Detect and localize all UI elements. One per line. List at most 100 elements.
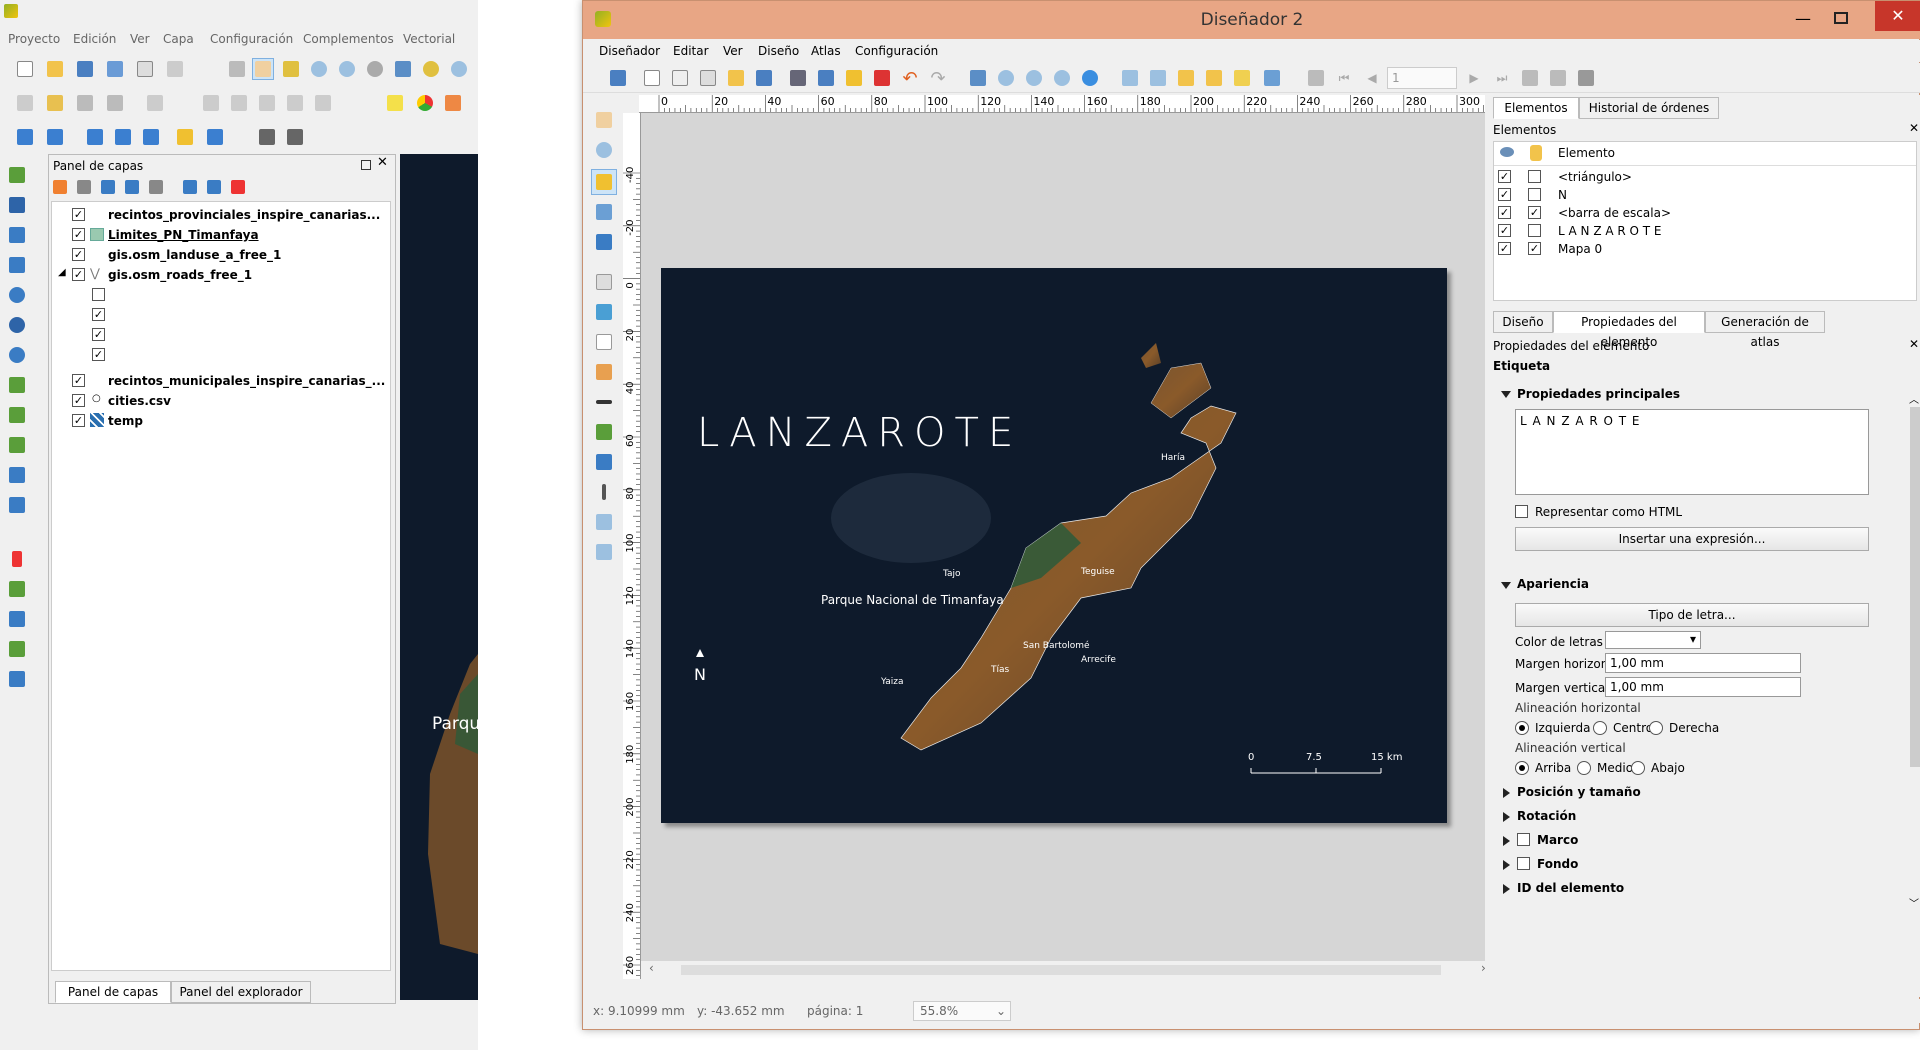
zoom-tool-icon[interactable] — [593, 139, 615, 161]
load-template-icon[interactable] — [725, 67, 747, 89]
add-shape-icon[interactable] — [593, 421, 615, 443]
add-label-icon[interactable] — [593, 331, 615, 353]
align-center-radio[interactable] — [1593, 721, 1607, 735]
expand-item-id-icon[interactable] — [1503, 884, 1510, 894]
item-row[interactable]: ✓ N — [1494, 186, 1916, 204]
cut-icon[interactable] — [256, 92, 278, 114]
item-visible-checkbox[interactable]: ✓ — [1498, 224, 1511, 237]
field-calculator-icon[interactable] — [204, 126, 226, 148]
plugin-a-icon[interactable] — [6, 608, 28, 630]
save-project-icon[interactable] — [74, 58, 96, 80]
add-html-icon[interactable] — [593, 541, 615, 563]
measure-icon[interactable] — [174, 126, 196, 148]
new-shapefile-icon[interactable] — [6, 434, 28, 456]
frame-header[interactable]: Marco — [1537, 833, 1578, 847]
remove-layer-icon[interactable] — [231, 180, 245, 194]
tab-atlas[interactable]: Generación de atlas — [1705, 311, 1825, 349]
add-spatialite-icon[interactable] — [6, 254, 28, 276]
item-lock-checkbox[interactable]: ✓ — [1528, 206, 1541, 219]
zoom-combo[interactable]: 55.8% ⌄ — [913, 1001, 1011, 1021]
align-right-radio[interactable] — [1649, 721, 1663, 735]
map-title-label[interactable]: LANZAROTE — [697, 410, 1022, 456]
appearance-header[interactable]: Apariencia — [1517, 577, 1589, 591]
save-as-icon[interactable] — [104, 58, 126, 80]
layer-row[interactable]: ✓ ◢ ⋁ gis.osm_roads_free_1 — [52, 266, 388, 286]
new-composer-icon[interactable] — [134, 58, 156, 80]
item-row[interactable]: ✓ L A N Z A R O T E — [1494, 222, 1916, 240]
move-content-icon[interactable] — [593, 201, 615, 223]
layer-row[interactable]: ✓ — [52, 346, 388, 366]
deselect-icon[interactable] — [140, 126, 162, 148]
pan-composer-icon[interactable] — [593, 109, 615, 131]
delete-selected-icon[interactable] — [228, 92, 250, 114]
identify-red-icon[interactable] — [14, 126, 36, 148]
filter-legend-icon[interactable] — [125, 180, 139, 194]
tab-propiedades[interactable]: Propiedades del elemento — [1553, 311, 1705, 349]
menu-diseno[interactable]: Diseño — [758, 42, 799, 60]
frame-checkbox[interactable] — [1517, 833, 1530, 846]
layer-row[interactable]: ✓ — [52, 326, 388, 346]
copy-icon[interactable] — [284, 92, 306, 114]
items-panel-close-icon[interactable]: ✕ — [1909, 121, 1919, 135]
touch-icon[interactable] — [226, 58, 248, 80]
atlas-settings-icon[interactable] — [1575, 67, 1597, 89]
tab-layers-panel[interactable]: Panel de capas — [55, 981, 171, 1003]
collapse-appearance-icon[interactable] — [1501, 582, 1511, 589]
layer-row[interactable]: ✓ recintos_provinciales_inspire_canarias.… — [52, 206, 388, 226]
layer-row[interactable]: ✓ temp — [52, 412, 388, 432]
gps-icon[interactable] — [6, 578, 28, 600]
align-top-radio[interactable] — [1515, 761, 1529, 775]
raise-items-icon[interactable] — [1231, 67, 1253, 89]
atlas-first-icon[interactable]: ⏮ — [1333, 67, 1355, 89]
layer-visibility-checkbox[interactable]: ✓ — [92, 328, 105, 341]
add-group-icon[interactable] — [77, 180, 91, 194]
styling-icon[interactable] — [53, 180, 67, 194]
add-scalebar-icon[interactable] — [593, 391, 615, 413]
props-panel-close-icon[interactable]: ✕ — [1909, 337, 1919, 351]
font-color-picker[interactable]: ▾ — [1605, 631, 1701, 649]
background-header[interactable]: Fondo — [1537, 857, 1578, 871]
layer-row[interactable]: ✓ — [52, 306, 388, 326]
zoom-layer-icon[interactable] — [448, 58, 470, 80]
font-button[interactable]: Tipo de letra... — [1515, 603, 1869, 627]
align-left-radio[interactable] — [1515, 721, 1529, 735]
color-dropdown-icon[interactable]: ▾ — [1690, 632, 1696, 646]
panel-close-icon[interactable]: ✕ — [377, 155, 388, 170]
ungroup-items-icon[interactable] — [1147, 67, 1169, 89]
atlas-export-icon[interactable] — [1547, 67, 1569, 89]
paste-icon[interactable] — [312, 92, 334, 114]
refresh-icon[interactable] — [1079, 67, 1101, 89]
export-image-icon[interactable] — [815, 67, 837, 89]
rotation-header[interactable]: Rotación — [1517, 809, 1576, 823]
label-pie-icon[interactable] — [414, 92, 436, 114]
save-template-icon[interactable] — [607, 67, 629, 89]
background-checkbox[interactable] — [1517, 857, 1530, 870]
insert-expression-button[interactable]: Insertar una expresión... — [1515, 527, 1869, 551]
margin-h-field[interactable]: 1,00 mm — [1605, 653, 1801, 673]
zoom-out-icon[interactable] — [336, 58, 358, 80]
export-pdf-icon[interactable] — [871, 67, 893, 89]
add-wfs-icon[interactable] — [6, 344, 28, 366]
duplicate-composer-icon[interactable] — [669, 67, 691, 89]
layer-visibility-checkbox[interactable]: ✓ — [72, 414, 85, 427]
unlock-items-icon[interactable] — [1203, 67, 1225, 89]
menu-ver[interactable]: Ver — [130, 30, 150, 48]
layer-visibility-checkbox[interactable]: ✓ — [72, 208, 85, 221]
item-lock-checkbox[interactable] — [1528, 188, 1541, 201]
tab-historial[interactable]: Historial de órdenes — [1579, 97, 1719, 119]
current-edits-icon[interactable] — [14, 92, 36, 114]
align-items-icon[interactable] — [1261, 67, 1283, 89]
item-row[interactable]: ✓ ✓ <barra de escala> — [1494, 204, 1916, 222]
new-temp-layer-icon[interactable] — [6, 494, 28, 516]
align-bottom-radio[interactable] — [1631, 761, 1645, 775]
collapse-all-icon[interactable] — [207, 180, 221, 194]
pin-label-icon[interactable] — [442, 92, 464, 114]
expand-roads-icon[interactable]: ◢ — [58, 267, 66, 278]
menu-complementos[interactable]: Complementos — [303, 30, 394, 48]
expand-position-icon[interactable] — [1503, 788, 1510, 798]
align-middle-radio[interactable] — [1577, 761, 1591, 775]
plugin-2-icon[interactable] — [284, 126, 306, 148]
menu-configuracion-c[interactable]: Configuración — [855, 42, 938, 60]
menu-edicion[interactable]: Edición — [73, 30, 116, 48]
expand-rotation-icon[interactable] — [1503, 812, 1510, 822]
